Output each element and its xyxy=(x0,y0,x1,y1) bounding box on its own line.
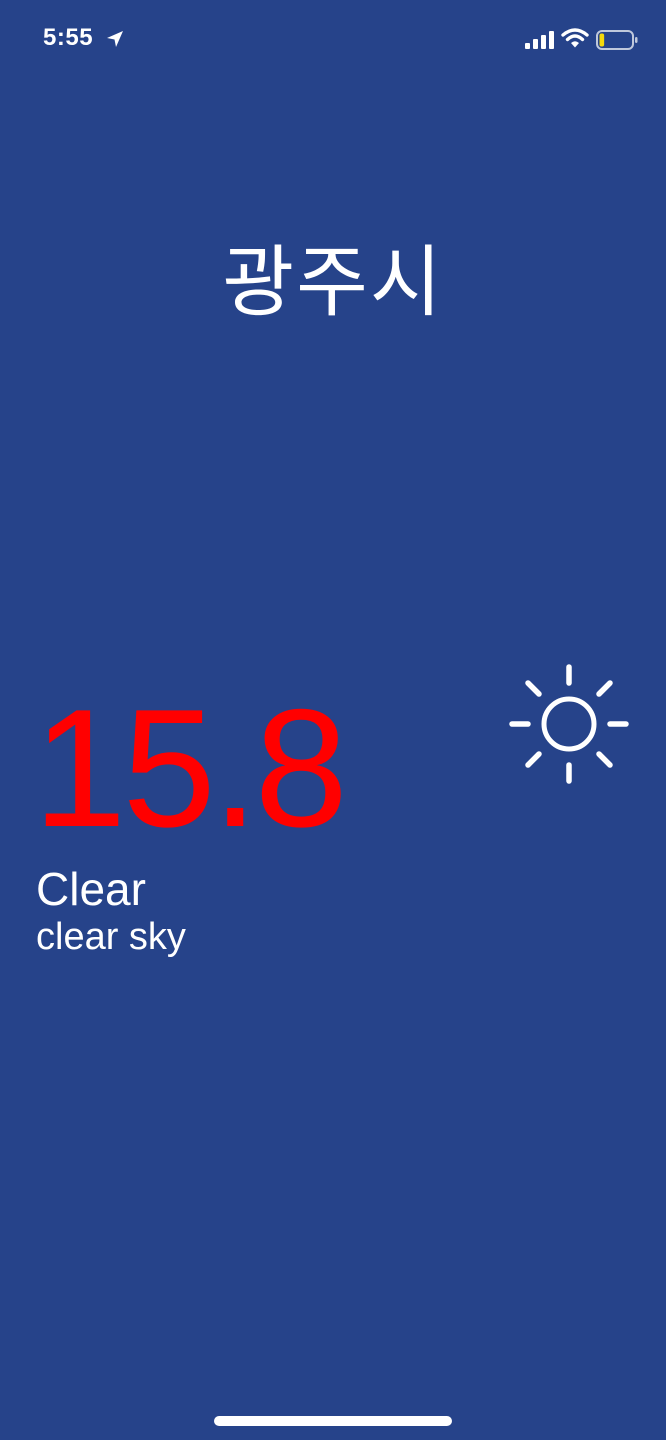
weather-description: clear sky xyxy=(36,916,186,958)
location-arrow-icon xyxy=(107,31,123,47)
home-indicator[interactable] xyxy=(214,1416,452,1426)
wifi-icon xyxy=(561,28,589,48)
temperature-value: 15.8 xyxy=(33,674,348,862)
city-name: 광주시 xyxy=(222,238,444,328)
battery-icon xyxy=(596,30,638,50)
cellular-signal-icon xyxy=(525,31,554,49)
weather-condition: Clear xyxy=(36,863,146,915)
sun-icon xyxy=(509,664,629,784)
status-bar: 5:55 xyxy=(0,0,666,80)
status-time: 5:55 xyxy=(43,24,94,51)
